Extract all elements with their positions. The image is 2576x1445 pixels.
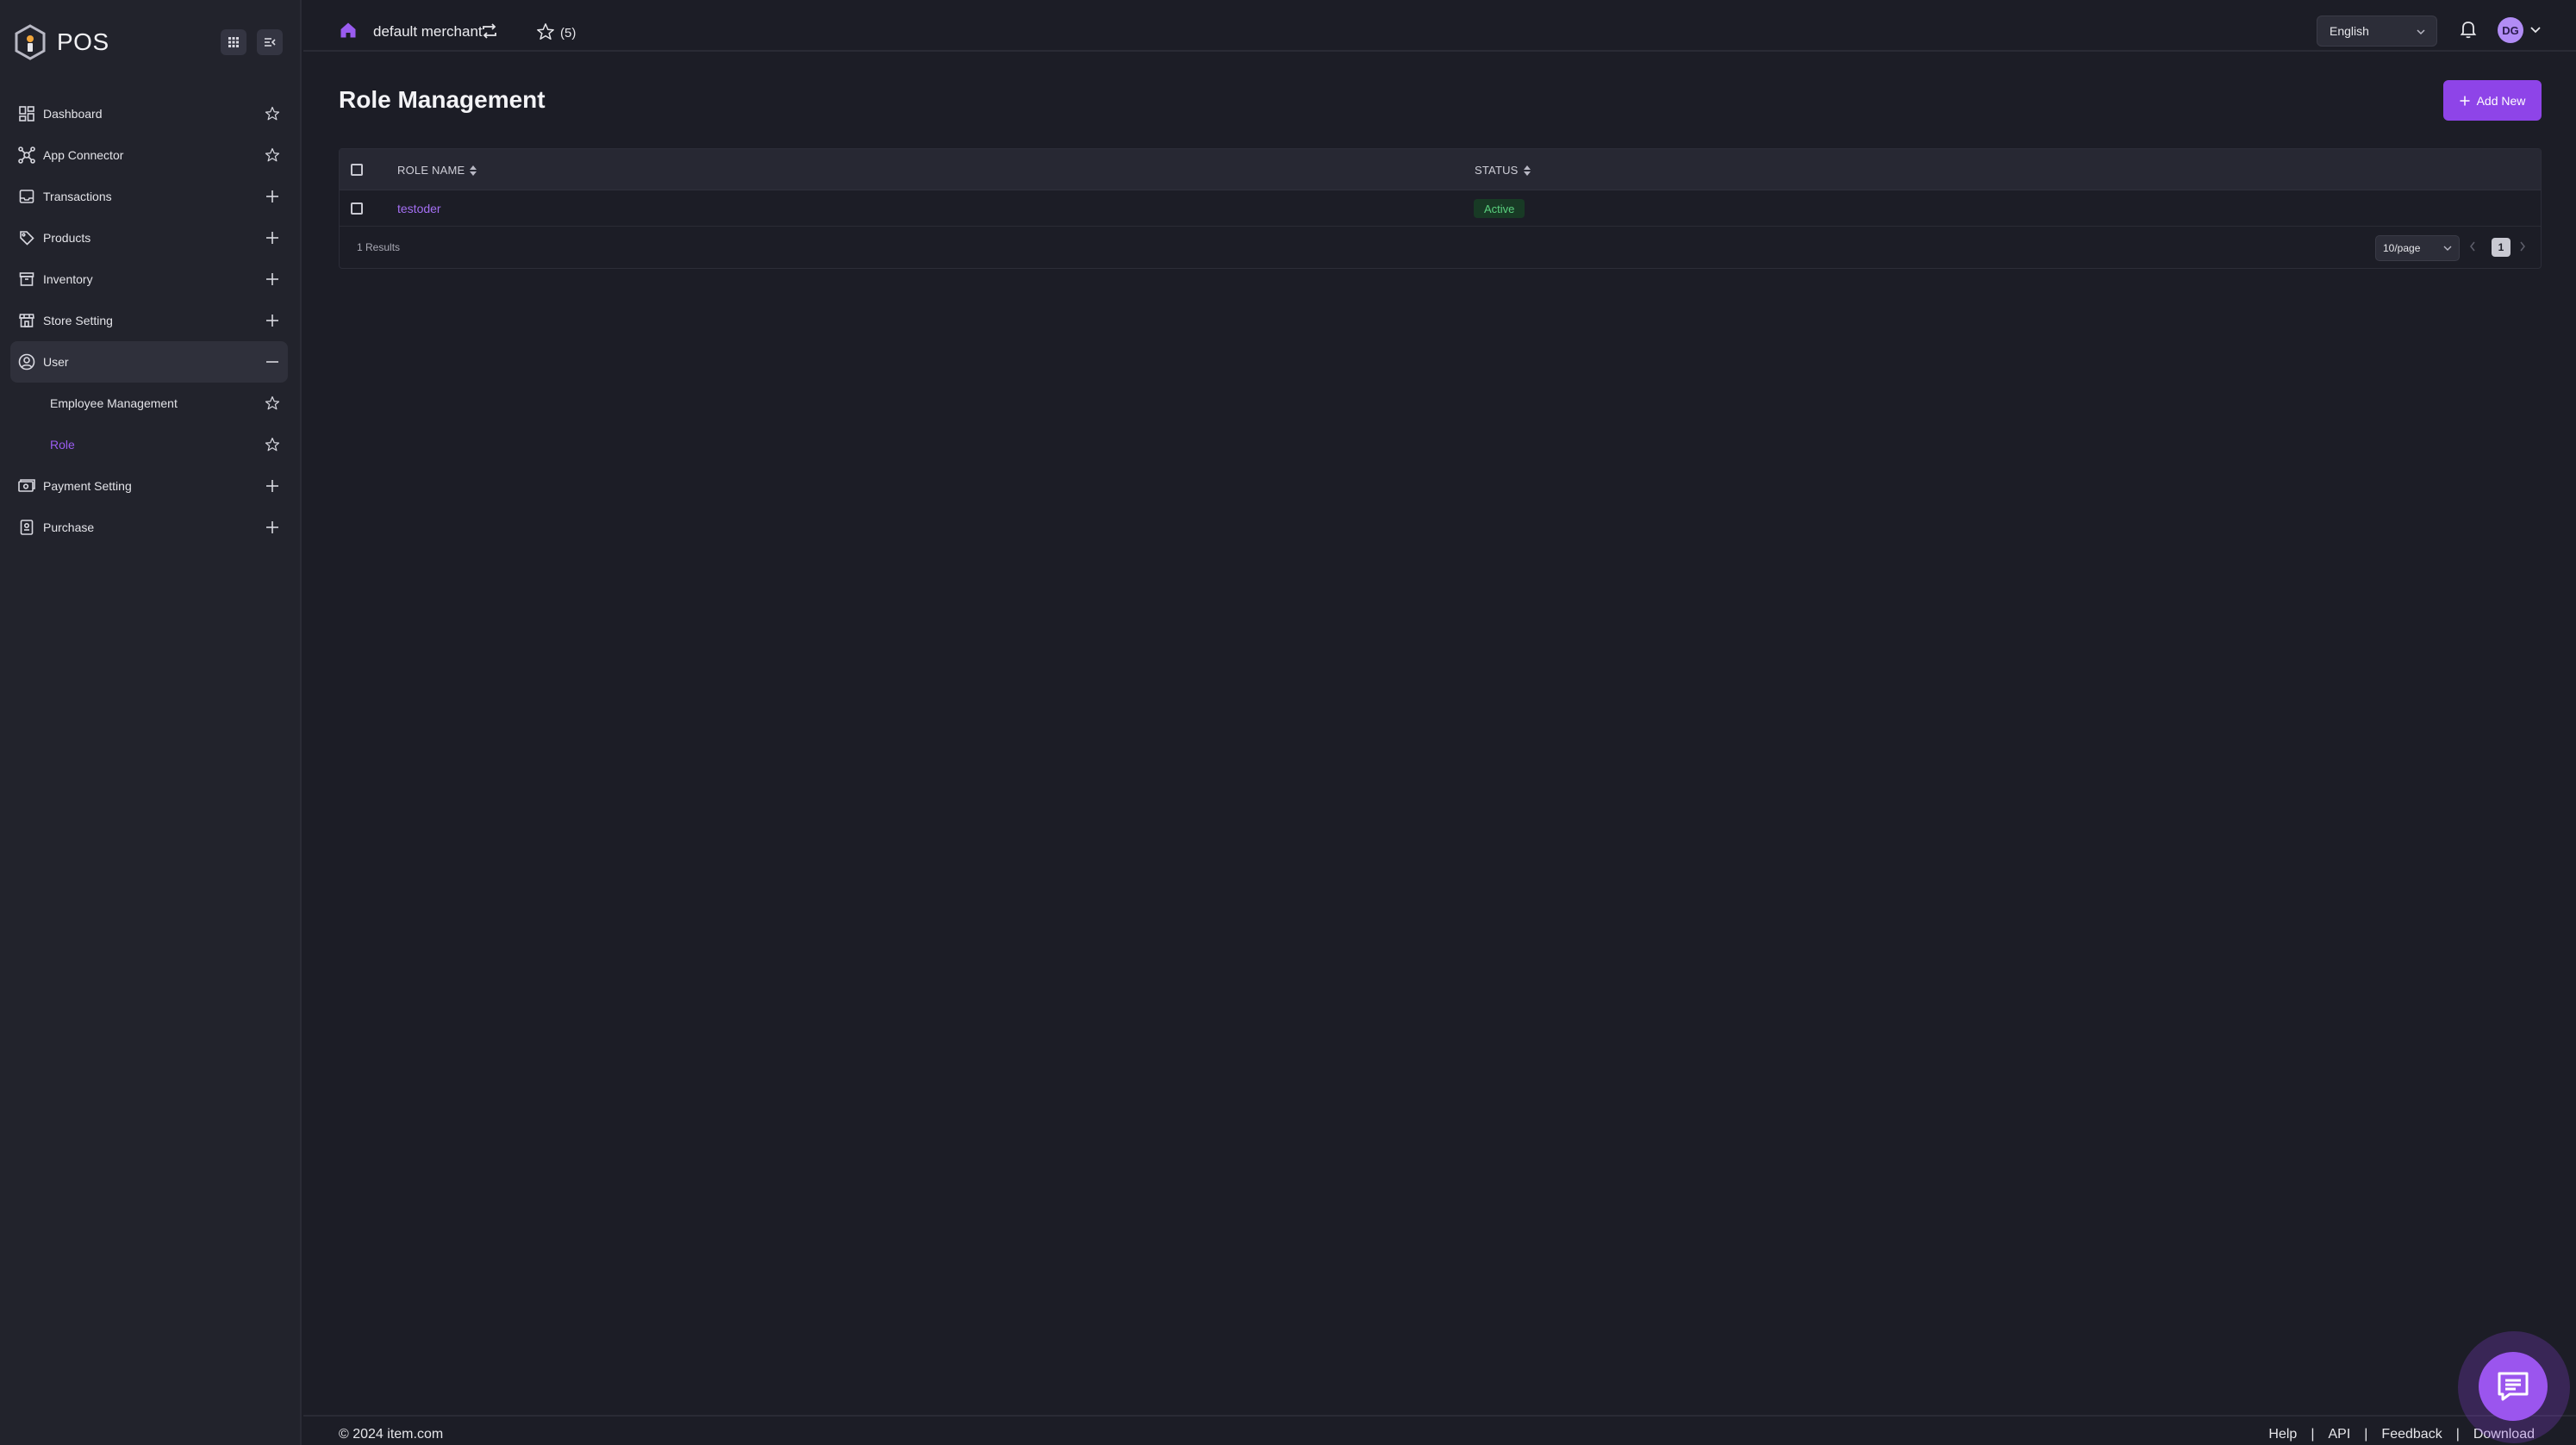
home-icon[interactable] (340, 22, 357, 39)
star-icon[interactable] (262, 434, 283, 455)
sidebar-subitem-employee-management[interactable]: Employee Management (10, 383, 288, 424)
sidebar-subitem-label: Employee Management (50, 396, 178, 410)
footer-link-feedback[interactable]: Feedback (2381, 1427, 2442, 1442)
archive-icon (16, 268, 38, 290)
table-footer: 1 Results 10/page 1 (340, 227, 2541, 268)
sidebar-item-label: User (43, 355, 69, 369)
language-value: English (2330, 24, 2369, 38)
transactions-icon (16, 185, 38, 208)
row-checkbox[interactable] (351, 202, 363, 215)
collapse-menu-icon (265, 38, 276, 47)
dashboard-icon (16, 103, 38, 125)
star-icon[interactable] (262, 103, 283, 124)
page-size-select[interactable]: 10/page (2375, 235, 2460, 261)
sidebar-item-dashboard[interactable]: Dashboard (10, 93, 288, 134)
sidebar-item-products[interactable]: Products (10, 217, 288, 258)
chat-icon (2496, 1370, 2530, 1403)
plus-icon[interactable] (262, 310, 283, 331)
footer-link-api[interactable]: API (2328, 1427, 2350, 1442)
star-icon[interactable] (262, 393, 283, 414)
sidebar-item-store-setting[interactable]: Store Setting (10, 300, 288, 341)
sidebar-item-inventory[interactable]: Inventory (10, 258, 288, 300)
sidebar-item-label: Dashboard (43, 107, 103, 121)
logo-icon (14, 24, 47, 60)
chat-button[interactable] (2479, 1352, 2548, 1421)
add-new-button[interactable]: Add New (2443, 80, 2542, 121)
switch-merchant-icon[interactable] (481, 22, 498, 40)
sidebar-item-label: Inventory (43, 272, 93, 286)
sidebar-item-label: Store Setting (43, 314, 113, 327)
avatar[interactable]: DG (2498, 17, 2523, 43)
sidebar-item-label: Payment Setting (43, 479, 132, 493)
sidebar-subitem-label: Role (50, 438, 75, 452)
language-select[interactable]: English (2317, 16, 2437, 47)
footer-separator: | (2364, 1427, 2368, 1442)
prev-page-icon[interactable] (2468, 240, 2477, 252)
footer: © 2024 item.com Help | API | Feedback | … (303, 1415, 2576, 1445)
topbar: default merchant (5) English DG (303, 0, 2576, 52)
status-badge: Active (1474, 199, 1525, 218)
plus-icon[interactable] (262, 476, 283, 496)
plus-icon (2460, 96, 2470, 106)
chevron-down-icon[interactable] (2529, 24, 2542, 36)
notification-bell-icon[interactable] (2460, 20, 2477, 39)
purchase-icon (16, 516, 38, 539)
sidebar-item-label: Transactions (43, 190, 112, 203)
sidebar-subitem-role[interactable]: Role (10, 424, 288, 465)
star-icon[interactable] (262, 145, 283, 165)
plus-icon[interactable] (262, 517, 283, 538)
connector-icon (16, 144, 38, 166)
next-page-icon[interactable] (2518, 240, 2527, 252)
copyright: © 2024 item.com (339, 1427, 444, 1442)
chevron-down-icon (2416, 27, 2426, 37)
grid-icon (228, 37, 239, 47)
footer-link-help[interactable]: Help (2268, 1427, 2297, 1442)
column-header-role-name[interactable]: ROLE NAME (397, 164, 477, 177)
store-icon (16, 309, 38, 332)
sort-icon (1523, 165, 1531, 176)
minus-icon[interactable] (262, 352, 283, 372)
sidebar-item-purchase[interactable]: Purchase (10, 507, 288, 548)
column-header-label: STATUS (1475, 164, 1519, 177)
select-all-checkbox[interactable] (351, 164, 363, 176)
payment-icon (16, 475, 38, 497)
collapse-sidebar-button[interactable] (257, 29, 283, 55)
brand[interactable]: POS (14, 24, 109, 60)
current-page[interactable]: 1 (2492, 238, 2511, 257)
sidebar-item-label: App Connector (43, 148, 124, 162)
merchant-name[interactable]: default merchant (373, 23, 483, 40)
roles-table: ROLE NAME STATUS testoder Active 1 Resul… (339, 148, 2542, 269)
plus-icon[interactable] (262, 186, 283, 207)
sidebar-item-user[interactable]: User (10, 341, 288, 383)
sidebar-nav: Dashboard App Connector Transactions Pro… (10, 93, 288, 548)
sidebar-item-transactions[interactable]: Transactions (10, 176, 288, 217)
column-header-status[interactable]: STATUS (1475, 164, 1531, 177)
page-title: Role Management (339, 86, 546, 113)
sidebar-item-app-connector[interactable]: App Connector (10, 134, 288, 176)
user-circle-icon (16, 351, 38, 373)
favorites-star-icon[interactable] (536, 22, 555, 41)
table-row: testoder Active (340, 190, 2541, 227)
chevron-down-icon (2443, 244, 2452, 252)
footer-separator: | (2311, 1427, 2315, 1442)
page-size-value: 10/page (2383, 242, 2421, 254)
tag-icon (16, 227, 38, 249)
column-header-label: ROLE NAME (397, 164, 465, 177)
plus-icon[interactable] (262, 227, 283, 248)
app-name: POS (57, 28, 109, 55)
sort-icon (470, 165, 477, 176)
results-count: 1 Results (357, 241, 401, 253)
apps-grid-button[interactable] (221, 29, 246, 55)
sidebar-item-payment-setting[interactable]: Payment Setting (10, 465, 288, 507)
sidebar: POS Dashboard App Connector Transactions… (0, 0, 302, 1445)
table-header: ROLE NAME STATUS (340, 149, 2541, 190)
footer-separator: | (2455, 1427, 2460, 1442)
favorites-count[interactable]: (5) (560, 26, 576, 40)
sidebar-item-label: Products (43, 231, 91, 245)
role-name-link[interactable]: testoder (397, 202, 441, 215)
add-new-label: Add New (2476, 93, 2526, 108)
sidebar-item-label: Purchase (43, 520, 95, 534)
plus-icon[interactable] (262, 269, 283, 290)
